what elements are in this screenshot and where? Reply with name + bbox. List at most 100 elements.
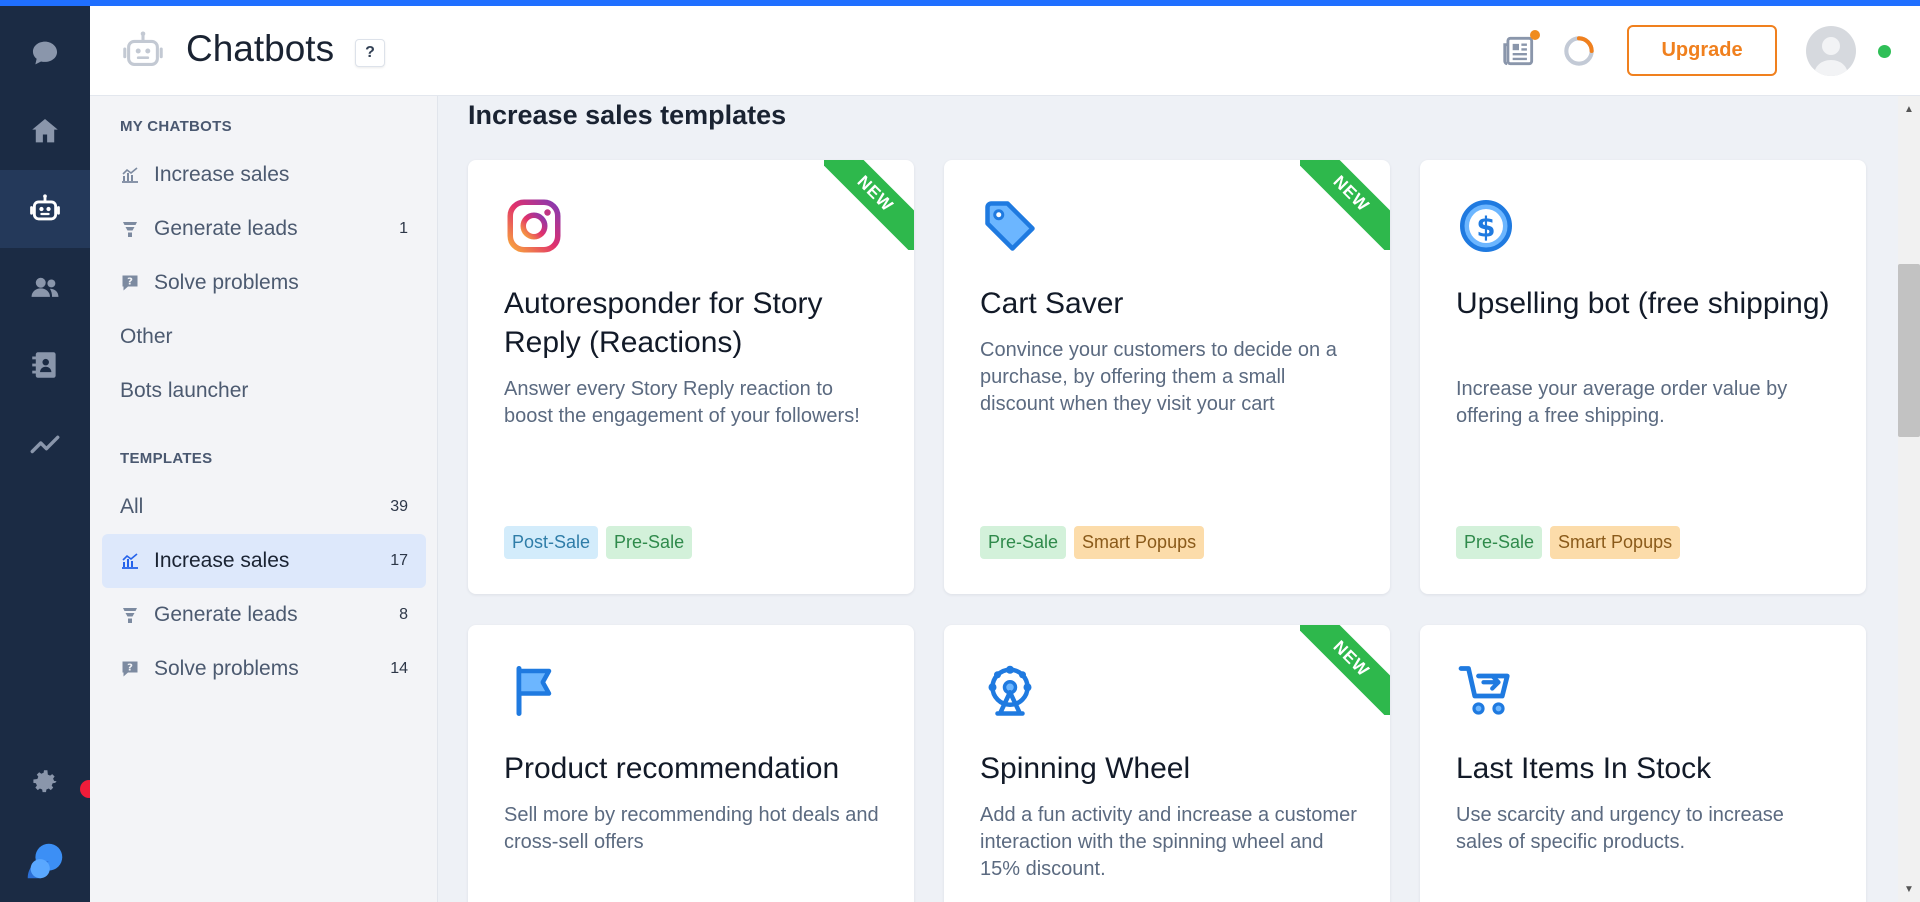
- my-chatbots-heading: MY CHATBOTS: [120, 118, 232, 135]
- avatar[interactable]: [1806, 26, 1856, 76]
- scroll-up-arrow-icon[interactable]: ▲: [1898, 100, 1920, 118]
- scrollbar-thumb[interactable]: [1898, 264, 1920, 437]
- funnel-icon: [120, 605, 140, 625]
- dollar-coin-icon: $: [1460, 200, 1512, 252]
- sidebar-item-label: Solve problems: [154, 271, 299, 294]
- section-title: Increase sales templates: [468, 100, 787, 130]
- tag-pre-sale: Pre-Sale: [980, 526, 1067, 559]
- scroll-down-arrow-icon[interactable]: ▼: [1898, 880, 1920, 898]
- tag-pre-sale: Pre-Sale: [606, 526, 693, 559]
- new-ribbon-label: NEW: [824, 160, 914, 250]
- sidebar-item-label: All: [120, 495, 144, 518]
- sidebar-item-label: Bots launcher: [120, 379, 249, 402]
- sidebar-item-count: 14: [390, 660, 408, 677]
- template-card-product-recommendation[interactable]: Product recommendation Sell more by reco…: [468, 625, 914, 902]
- card-tags: Pre-Sale Smart Popups: [980, 526, 1205, 559]
- sidebar-item-label: Other: [120, 325, 173, 348]
- rail-brand-logo[interactable]: [0, 822, 90, 900]
- new-ribbon: NEW: [1300, 625, 1390, 715]
- template-card-last-items-in-stock[interactable]: Last Items In Stock Use scarcity and urg…: [1420, 625, 1866, 902]
- analytics-icon: [30, 435, 60, 454]
- page-title: Chatbots: [186, 28, 335, 69]
- tag-smart-popups: Smart Popups: [1074, 526, 1205, 559]
- chat-icon: [32, 41, 58, 65]
- ferris-wheel-icon: [988, 665, 1032, 716]
- templates-main: Increase sales templates NEW Autorespond…: [438, 96, 1898, 902]
- sidebar-item-count: 39: [390, 498, 408, 515]
- template-card-spinning-wheel[interactable]: NEW Spinning Wheel Add a fun activity an…: [944, 625, 1390, 902]
- card-description: Answer every Story Reply reaction to boo…: [504, 378, 860, 427]
- sidebar-item-templates-all[interactable]: All 39: [102, 480, 426, 534]
- svg-text:?: ?: [127, 663, 133, 674]
- address-book-icon: [32, 352, 56, 378]
- card-title: Upselling bot (free shipping): [1456, 287, 1830, 320]
- instagram-icon: [507, 199, 561, 253]
- help-button[interactable]: ?: [355, 39, 385, 67]
- rail-contacts[interactable]: [0, 248, 90, 326]
- svg-text:?: ?: [127, 277, 133, 288]
- main-nav-rail: [0, 6, 98, 902]
- price-tag-icon: [985, 201, 1035, 251]
- new-ribbon: NEW: [1300, 160, 1390, 250]
- sidebar-item-templates-increase-sales[interactable]: Increase sales 17: [102, 534, 426, 588]
- sidebar-item-count: 8: [399, 606, 408, 623]
- card-title: Cart Saver: [980, 287, 1124, 320]
- card-title: Autoresponder for Story Reply (Reactions…: [504, 287, 823, 359]
- new-ribbon-label: NEW: [1300, 625, 1390, 715]
- card-description: Add a fun activity and increase a custom…: [980, 804, 1357, 880]
- home-icon: [32, 118, 58, 143]
- sidebar-item-count: 1: [399, 220, 408, 237]
- templates-heading: TEMPLATES: [120, 450, 213, 467]
- question-bubble-icon: ?: [120, 659, 140, 679]
- card-description: Use scarcity and urgency to increase sal…: [1456, 804, 1784, 853]
- chart-growth-icon: [120, 165, 140, 185]
- tag-post-sale: Post-Sale: [504, 526, 599, 559]
- chatbot-logo-icon: [123, 31, 163, 66]
- main-scrollbar[interactable]: [1898, 96, 1920, 902]
- card-description: Convince your customers to decide on a p…: [980, 339, 1337, 415]
- upgrade-button[interactable]: Upgrade: [1627, 25, 1777, 76]
- top-accent-bar: [0, 0, 1920, 6]
- sidebar-item-count: 17: [390, 552, 408, 569]
- sidebar-item-my-generate-leads[interactable]: Generate leads 1: [102, 202, 426, 256]
- template-card-story-reply[interactable]: NEW Autoresponder for Story Reply (React…: [468, 160, 914, 594]
- sidebar-item-my-increase-sales[interactable]: Increase sales: [102, 148, 426, 202]
- template-card-upselling-bot[interactable]: $ Upselling bot (free shipping) Increase…: [1420, 160, 1866, 594]
- rail-home[interactable]: [0, 92, 90, 170]
- sidebar-item-bots-launcher[interactable]: Bots launcher: [102, 364, 426, 418]
- new-ribbon: NEW: [824, 160, 914, 250]
- sidebar-item-label: Solve problems: [154, 657, 299, 680]
- rail-settings[interactable]: [0, 744, 90, 822]
- funnel-icon: [120, 219, 140, 239]
- rail-address-book[interactable]: [0, 326, 90, 404]
- card-title: Last Items In Stock: [1456, 752, 1712, 785]
- progress-ring-icon[interactable]: [1560, 32, 1598, 70]
- sidebar-item-templates-generate-leads[interactable]: Generate leads 8: [102, 588, 426, 642]
- chatbots-sidebar: MY CHATBOTS Increase sales Generate lead…: [90, 96, 438, 902]
- sidebar-item-other[interactable]: Other: [102, 310, 426, 364]
- card-title: Product recommendation: [504, 752, 840, 785]
- user-avatar-icon: [1814, 37, 1848, 76]
- online-status-dot: [1878, 45, 1891, 58]
- tag-pre-sale: Pre-Sale: [1456, 526, 1543, 559]
- card-tags: Pre-Sale Smart Popups: [1456, 526, 1681, 559]
- new-ribbon-label: NEW: [1300, 160, 1390, 250]
- chart-growth-icon: [120, 551, 140, 571]
- card-description: Sell more by recommending hot deals and …: [504, 804, 879, 853]
- question-bubble-icon: ?: [120, 273, 140, 293]
- rail-analytics[interactable]: [0, 404, 90, 482]
- sidebar-item-templates-solve-problems[interactable]: ? Solve problems 14: [102, 642, 426, 696]
- template-card-cart-saver[interactable]: NEW Cart Saver Convince your customers t…: [944, 160, 1390, 594]
- sidebar-item-my-solve-problems[interactable]: ? Solve problems: [102, 256, 426, 310]
- rail-chat[interactable]: [0, 14, 90, 92]
- news-notification-dot: [1530, 30, 1540, 40]
- tag-smart-popups: Smart Popups: [1550, 526, 1681, 559]
- rail-chatbots[interactable]: [0, 170, 90, 248]
- top-header: Chatbots ? Upgrade: [90, 6, 1920, 96]
- sidebar-item-label: Increase sales: [154, 163, 290, 186]
- chatbot-icon: [30, 194, 60, 221]
- sidebar-item-label: Generate leads: [154, 217, 298, 240]
- brand-logo-icon: [27, 843, 63, 879]
- cart-icon: [1458, 666, 1510, 715]
- card-title: Spinning Wheel: [980, 752, 1191, 785]
